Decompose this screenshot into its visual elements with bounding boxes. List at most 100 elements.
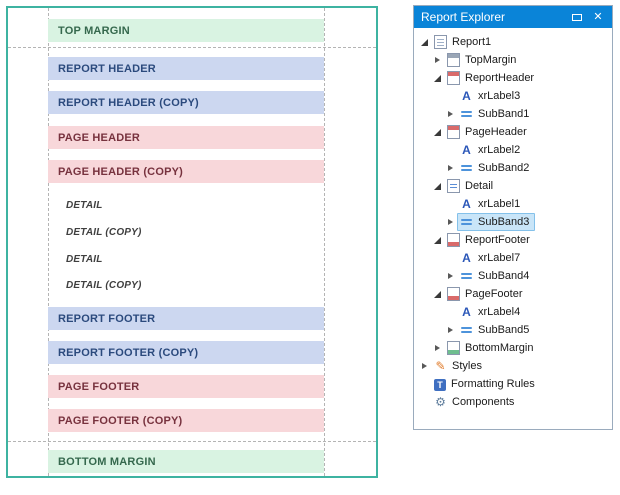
tree-item-xrlabel1[interactable]: A xrLabel1 (414, 195, 612, 213)
tree-item-subband4[interactable]: SubBand4 (414, 267, 612, 285)
expand-arrow-placeholder (445, 91, 456, 102)
expand-collapse-icon[interactable] (432, 55, 443, 66)
expand-arrow-placeholder (419, 397, 430, 408)
tree-node-content: Report1 (431, 33, 497, 51)
tree-item-xrlabel4[interactable]: A xrLabel4 (414, 303, 612, 321)
expand-collapse-icon[interactable] (419, 37, 430, 48)
tree-item-report1[interactable]: Report1 (414, 33, 612, 51)
expand-collapse-icon[interactable] (445, 109, 456, 120)
tree-item-pageheader[interactable]: PageHeader (414, 123, 612, 141)
band-report-footer-copy[interactable]: REPORT FOOTER (COPY) (48, 341, 324, 364)
tree-item-subband2[interactable]: SubBand2 (414, 159, 612, 177)
tree-item-topmargin[interactable]: TopMargin (414, 51, 612, 69)
panel-titlebar[interactable]: Report Explorer ✕ (414, 6, 612, 28)
band-caption: PAGE HEADER (COPY) (58, 165, 184, 178)
page-footer-band-icon (447, 287, 460, 301)
report-explorer-panel: Report Explorer ✕ Report1 TopMargin Repo… (413, 5, 613, 430)
expand-collapse-icon[interactable] (432, 73, 443, 84)
band-report-header[interactable]: REPORT HEADER (48, 57, 324, 80)
tree-node-content: ReportFooter (444, 231, 536, 249)
formatting-rules-icon: T (434, 378, 446, 391)
report-explorer-tree: Report1 TopMargin ReportHeader A xrLabel… (414, 28, 612, 429)
band-detail-copy-2[interactable]: DETAIL (COPY) (48, 275, 324, 295)
tree-item-subband3[interactable]: SubBand3 (414, 213, 612, 231)
panel-title: Report Explorer (421, 10, 506, 24)
band-caption: DETAIL (66, 199, 103, 211)
minimize-icon (572, 13, 582, 21)
expand-collapse-icon[interactable] (432, 289, 443, 300)
tree-item-detail[interactable]: Detail (414, 177, 612, 195)
band-report-header-copy[interactable]: REPORT HEADER (COPY) (48, 91, 324, 114)
tree-item-components[interactable]: Components (414, 393, 612, 411)
styles-pencil-icon (434, 359, 447, 373)
band-detail[interactable]: DETAIL (48, 195, 324, 215)
band-caption: PAGE HEADER (58, 131, 141, 144)
tree-item-subband1[interactable]: SubBand1 (414, 105, 612, 123)
tree-item-styles[interactable]: Styles (414, 357, 612, 375)
tree-node-content: A xrLabel3 (457, 87, 526, 105)
right-margin-guide (324, 8, 325, 476)
expand-collapse-icon[interactable] (445, 163, 456, 174)
tree-item-xrlabel7[interactable]: A xrLabel7 (414, 249, 612, 267)
detail-band-icon (447, 179, 460, 193)
expand-collapse-icon[interactable] (419, 361, 430, 372)
expand-collapse-icon[interactable] (445, 217, 456, 228)
band-caption: PAGE FOOTER (COPY) (58, 414, 183, 427)
tree-item-subband5[interactable]: SubBand5 (414, 321, 612, 339)
expand-collapse-icon[interactable] (432, 343, 443, 354)
label-a-icon: A (462, 142, 471, 157)
band-caption: REPORT HEADER (58, 62, 156, 75)
tree-node-content: SubBand1 (457, 105, 535, 123)
subband-lines-icon (460, 323, 473, 337)
band-caption: REPORT FOOTER (COPY) (58, 346, 199, 359)
band-report-footer[interactable]: REPORT FOOTER (48, 307, 324, 330)
tree-node-content: Styles (431, 357, 488, 375)
tree-node-content: ReportHeader (444, 69, 540, 87)
expand-collapse-icon[interactable] (432, 181, 443, 192)
tree-node-content: A xrLabel2 (457, 141, 526, 159)
band-caption: TOP MARGIN (58, 24, 130, 37)
tree-node-content: A xrLabel1 (457, 195, 526, 213)
tree-node-content: A xrLabel7 (457, 249, 526, 267)
band-detail-copy[interactable]: DETAIL (COPY) (48, 222, 324, 242)
tree-node-content: PageFooter (444, 285, 528, 303)
tree-item-pagefooter[interactable]: PageFooter (414, 285, 612, 303)
band-caption: REPORT HEADER (COPY) (58, 96, 199, 109)
tree-node-content: SubBand4 (457, 267, 535, 285)
expand-collapse-icon[interactable] (445, 325, 456, 336)
tree-node-content: A xrLabel4 (457, 303, 526, 321)
tree-item-reportheader[interactable]: ReportHeader (414, 69, 612, 87)
tree-item-reportfooter[interactable]: ReportFooter (414, 231, 612, 249)
tree-node-content: SubBand3 (457, 213, 536, 231)
close-button[interactable]: ✕ (591, 10, 605, 24)
report-footer-band-icon (447, 233, 460, 247)
minimize-button[interactable] (570, 10, 584, 24)
expand-arrow-placeholder (445, 307, 456, 318)
report-header-band-icon (447, 71, 460, 85)
top-margin-guide (8, 47, 376, 48)
tree-node-content: SubBand2 (457, 159, 535, 177)
expand-collapse-icon[interactable] (445, 271, 456, 282)
tree-node-content: Detail (444, 177, 499, 195)
band-caption: BOTTOM MARGIN (58, 455, 156, 468)
expand-collapse-icon[interactable] (432, 127, 443, 138)
tree-node-content: BottomMargin (444, 339, 539, 357)
band-page-header-copy[interactable]: PAGE HEADER (COPY) (48, 160, 324, 183)
design-surface[interactable]: TOP MARGIN REPORT HEADER REPORT HEADER (… (6, 6, 378, 478)
tree-item-xrlabel2[interactable]: A xrLabel2 (414, 141, 612, 159)
band-page-footer[interactable]: PAGE FOOTER (48, 375, 324, 398)
band-bottom-margin[interactable]: BOTTOM MARGIN (48, 450, 324, 473)
tree-item-formatting-rules[interactable]: T Formatting Rules (414, 375, 612, 393)
band-caption: PAGE FOOTER (58, 380, 140, 393)
subband-lines-icon (460, 269, 473, 283)
tree-item-xrlabel3[interactable]: A xrLabel3 (414, 87, 612, 105)
expand-collapse-icon[interactable] (432, 235, 443, 246)
band-top-margin[interactable]: TOP MARGIN (48, 19, 324, 42)
tree-node-content: T Formatting Rules (431, 376, 541, 393)
band-detail-2[interactable]: DETAIL (48, 249, 324, 269)
band-page-footer-copy[interactable]: PAGE FOOTER (COPY) (48, 409, 324, 432)
tree-node-content: TopMargin (444, 51, 522, 69)
band-page-header[interactable]: PAGE HEADER (48, 126, 324, 149)
tree-item-bottommargin[interactable]: BottomMargin (414, 339, 612, 357)
band-caption: REPORT FOOTER (58, 312, 156, 325)
